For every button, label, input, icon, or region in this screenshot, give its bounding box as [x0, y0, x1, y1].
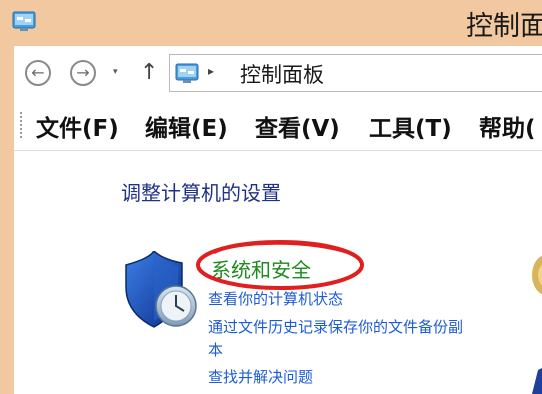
control-panel-icon[interactable] — [12, 10, 36, 32]
link-file-history-backup[interactable]: 通过文件历史记录保存你的文件备份副 — [208, 316, 463, 337]
back-button[interactable]: ← — [25, 60, 51, 86]
window-title: 控制面 — [466, 11, 542, 42]
main-content: 调整计算机的设置 系统和安全 查看你的计算机状态 通过文件历史记录保存你的文件备… — [14, 151, 542, 394]
breadcrumb-control-panel[interactable]: 控制面板 — [240, 59, 324, 89]
menu-view[interactable]: 查看(V) — [255, 109, 340, 143]
recent-locations-dropdown[interactable]: ▾ — [113, 67, 118, 77]
control-panel-window: 控制面 ← → ▾ ↑ ▸ 控制面板 文件(F) 编辑(E) 查看(V) 工具(… — [0, 0, 542, 394]
chevron-down-icon: ▾ — [113, 67, 118, 77]
title-bar[interactable]: 控制面 — [0, 0, 542, 46]
annotation-ellipse — [196, 240, 364, 290]
menu-bar: 文件(F) 编辑(E) 查看(V) 工具(T) 帮助( — [14, 100, 542, 151]
menu-help[interactable]: 帮助( — [479, 109, 536, 143]
forward-arrow-icon: → — [76, 63, 90, 82]
address-bar[interactable]: ▸ 控制面板 — [169, 54, 542, 92]
link-file-history-backup-continued[interactable]: 本 — [208, 339, 223, 360]
menu-edit[interactable]: 编辑(E) — [145, 109, 228, 143]
navigation-bar: ← → ▾ ↑ ▸ 控制面板 — [14, 46, 542, 100]
link-troubleshoot[interactable]: 查找并解决问题 — [208, 366, 313, 387]
network-icon-partial[interactable] — [526, 251, 542, 301]
up-button[interactable]: ↑ — [140, 60, 158, 85]
breadcrumb-separator-icon[interactable]: ▸ — [208, 64, 214, 78]
hardware-icon-partial[interactable] — [528, 364, 542, 394]
shield-icon[interactable] — [120, 251, 202, 331]
link-view-computer-status[interactable]: 查看你的计算机状态 — [208, 288, 343, 309]
page-heading: 调整计算机的设置 — [121, 181, 281, 205]
menu-tools[interactable]: 工具(T) — [369, 109, 452, 143]
window-left-border — [0, 46, 14, 394]
control-panel-icon — [175, 63, 199, 83]
menu-file[interactable]: 文件(F) — [36, 109, 119, 143]
back-arrow-icon: ← — [31, 63, 45, 82]
menu-grip — [20, 112, 24, 138]
forward-button[interactable]: → — [70, 60, 96, 86]
up-arrow-icon: ↑ — [140, 60, 159, 85]
